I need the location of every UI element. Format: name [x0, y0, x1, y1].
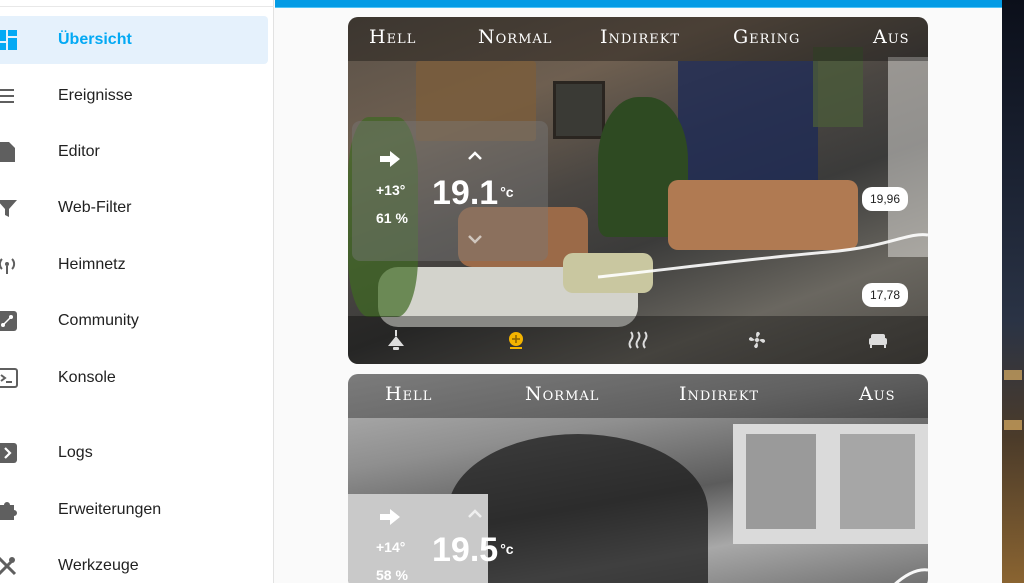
- sidebar-item-web-filter[interactable]: Web-Filter: [0, 184, 268, 232]
- sofa-icon[interactable]: [866, 328, 890, 352]
- light-mode-bar: Hell Normal Indirekt Gering Aus: [348, 17, 928, 61]
- mode-normal-button[interactable]: Normal: [478, 26, 552, 48]
- sidebar: Übersicht Ereignisse Editor Web-Filter H…: [0, 0, 274, 583]
- humidity: 61 %: [376, 210, 408, 226]
- sidebar-top-divider: [0, 6, 274, 7]
- room-card-second-room[interactable]: Hell Normal Indirekt Aus +14° 58 % 19.5 °…: [348, 374, 928, 583]
- mode-aus-button[interactable]: Aus: [873, 26, 910, 48]
- sidebar-item-label: Konsole: [58, 369, 116, 386]
- mode-gering-button[interactable]: Gering: [733, 26, 800, 48]
- graph-icon: [0, 310, 18, 332]
- window-light-decoration: [1004, 370, 1022, 380]
- puzzle-icon: [0, 499, 18, 521]
- dashboard-icon: [0, 29, 18, 51]
- arrow-right-icon: [378, 149, 402, 174]
- sidebar-item-ereignisse[interactable]: Ereignisse: [0, 72, 268, 120]
- sidebar-item-label: Editor: [58, 143, 100, 160]
- sidebar-item-label: Heimnetz: [58, 256, 126, 273]
- chevron-box-icon: [0, 442, 18, 464]
- sidebar-item-label: Community: [58, 312, 139, 329]
- sidebar-item-editor[interactable]: Editor: [0, 128, 268, 176]
- fan-icon[interactable]: [504, 328, 528, 352]
- mode-indirekt-button[interactable]: Indirekt: [600, 26, 680, 48]
- sidebar-item-community[interactable]: Community: [0, 297, 268, 345]
- wifi-router-icon: [0, 254, 18, 276]
- sidebar-item-label: Web-Filter: [58, 199, 132, 216]
- file-icon: [0, 141, 18, 163]
- chevron-up-icon[interactable]: [467, 148, 483, 166]
- temperature-graph-line: [894, 568, 928, 583]
- mode-hell-button[interactable]: Hell: [369, 26, 416, 48]
- sidebar-item-heimnetz[interactable]: Heimnetz: [0, 241, 268, 289]
- sidebar-item-konsole[interactable]: Konsole: [0, 354, 268, 402]
- top-app-bar: [275, 0, 1002, 8]
- sidebar-item-label: Logs: [58, 444, 93, 461]
- room-card-living-room[interactable]: Hell Normal Indirekt Gering Aus +13° 61 …: [348, 17, 928, 364]
- fan-blades-icon[interactable]: [745, 328, 769, 352]
- graph-min-badge: 17,78: [861, 283, 908, 307]
- main-content: Hell Normal Indirekt Gering Aus +13° 61 …: [275, 0, 1002, 583]
- outside-delta: +13°: [376, 182, 406, 198]
- tools-icon: [0, 555, 18, 577]
- heating-icon[interactable]: [626, 328, 650, 352]
- sidebar-item-label: Erweiterungen: [58, 501, 162, 518]
- chevron-down-icon[interactable]: [467, 233, 483, 251]
- filter-icon: [0, 197, 18, 219]
- sidebar-item-erweiterungen[interactable]: Erweiterungen: [0, 486, 268, 534]
- window-light-decoration: [1004, 420, 1022, 430]
- list-icon: [0, 85, 18, 107]
- terminal-icon: [0, 367, 18, 389]
- sidebar-item-label: Ereignisse: [58, 87, 133, 104]
- sidebar-item-werkzeuge[interactable]: Werkzeuge: [0, 542, 268, 583]
- sidebar-item-logs[interactable]: Logs: [0, 429, 268, 477]
- sidebar-item-label: Übersicht: [58, 31, 132, 48]
- temperature-value: 19.1 °c: [432, 174, 514, 212]
- sidebar-item-label: Werkzeuge: [58, 557, 139, 574]
- ceiling-light-icon[interactable]: [384, 328, 408, 352]
- background-window-strip: [1002, 0, 1024, 583]
- device-icon-bar: [348, 316, 928, 364]
- graph-max-badge: 19,96: [861, 187, 908, 211]
- sidebar-item-uebersicht[interactable]: Übersicht: [0, 16, 268, 64]
